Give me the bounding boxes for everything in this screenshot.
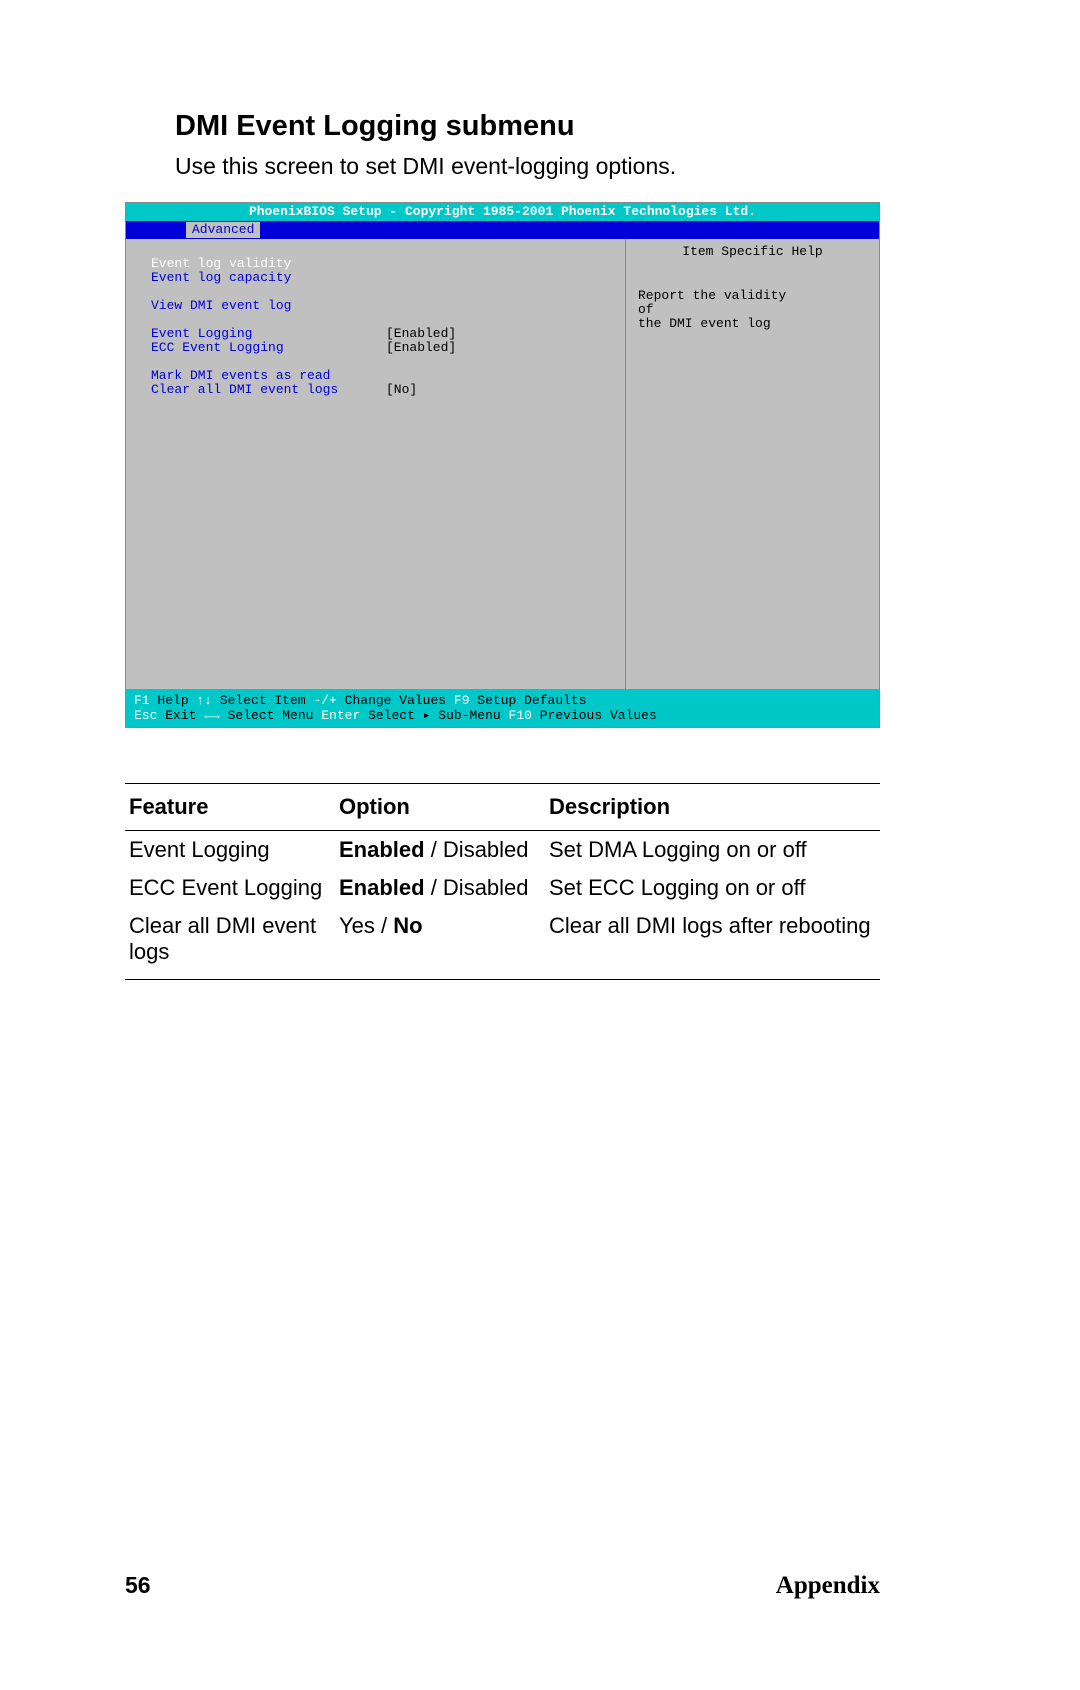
bios-key: ←→ [204, 708, 220, 723]
bios-item-ecc-logging: ECC Event Logging [151, 341, 386, 355]
cell-option: Yes / No [335, 907, 545, 980]
bios-key-label: Previous Values [532, 708, 657, 723]
bios-key-label: Help [150, 693, 197, 708]
th-description: Description [545, 784, 880, 831]
bios-title: PhoenixBIOS Setup - Copyright 1985-2001 … [126, 203, 879, 221]
table-row: ECC Event Logging Enabled / Disabled Set… [125, 869, 880, 907]
opt-sep: / [425, 837, 443, 862]
bios-value-ecc-logging: [Enabled] [386, 341, 456, 355]
bios-key: Enter [321, 708, 360, 723]
bios-left-pane: Event log validity Event log capacity Vi… [126, 239, 626, 689]
bios-help-text: the DMI event log [638, 317, 867, 331]
bios-key: F1 [134, 693, 150, 708]
page-heading: DMI Event Logging submenu [175, 110, 930, 143]
cell-option: Enabled / Disabled [335, 869, 545, 907]
th-feature: Feature [125, 784, 335, 831]
bios-key-label: Select Menu [220, 708, 321, 723]
cell-option: Enabled / Disabled [335, 831, 545, 870]
table-row: Clear all DMI event logs Yes / No Clear … [125, 907, 880, 980]
bios-value-event-logging: [Enabled] [386, 327, 456, 341]
bios-item-validity: Event log validity [151, 257, 615, 271]
opt-plain: Disabled [443, 837, 529, 862]
bios-value-clear-all: [No] [386, 383, 417, 397]
bios-footer: F1 Help ↑↓ Select Item -/+ Change Values… [126, 689, 879, 727]
bios-key-label: Setup Defaults [470, 693, 587, 708]
bios-item-view-log: View DMI event log [151, 299, 615, 313]
bios-key: Esc [134, 708, 157, 723]
bios-key: F10 [509, 708, 532, 723]
page-footer: 56 Appendix [125, 1572, 880, 1600]
section-name: Appendix [776, 1572, 880, 1600]
bios-help-title: Item Specific Help [638, 245, 867, 259]
bios-item-event-logging: Event Logging [151, 327, 386, 341]
bios-help-text: Report the validity [638, 289, 867, 303]
bios-tab-advanced: Advanced [186, 222, 260, 238]
cell-feature: ECC Event Logging [125, 869, 335, 907]
feature-table: Feature Option Description Event Logging… [125, 783, 880, 980]
opt-sep: / [425, 875, 443, 900]
table-row: Event Logging Enabled / Disabled Set DMA… [125, 831, 880, 870]
opt-sep: / [375, 913, 393, 938]
cell-feature: Event Logging [125, 831, 335, 870]
opt-bold: Enabled [339, 837, 425, 862]
opt-bold: No [393, 913, 422, 938]
bios-item-clear-all: Clear all DMI event logs [151, 383, 386, 397]
cell-desc: Set DMA Logging on or off [545, 831, 880, 870]
opt-plain: Disabled [443, 875, 529, 900]
bios-screenshot: PhoenixBIOS Setup - Copyright 1985-2001 … [125, 202, 880, 728]
bios-help-text: of [638, 303, 867, 317]
bios-item-capacity: Event log capacity [151, 271, 615, 285]
bios-key-label: Change Values [337, 693, 454, 708]
page-subtitle: Use this screen to set DMI event-logging… [175, 153, 930, 180]
bios-item-mark-read: Mark DMI events as read [151, 369, 615, 383]
bios-help-pane: Item Specific Help Report the validity o… [626, 239, 879, 689]
bios-menu-bar: Advanced [126, 221, 879, 239]
page-number: 56 [125, 1572, 151, 1600]
bios-key: -/+ [313, 693, 336, 708]
th-option: Option [335, 784, 545, 831]
bios-key-label: Exit [157, 708, 204, 723]
opt-bold: Enabled [339, 875, 425, 900]
bios-key-label: Select ▸ Sub-Menu [360, 708, 500, 723]
cell-feature: Clear all DMI event logs [125, 907, 335, 980]
bios-key: F9 [454, 693, 470, 708]
bios-key-label: Select Item [212, 693, 313, 708]
bios-key: ↑↓ [196, 693, 212, 708]
opt-plain: Yes [339, 913, 375, 938]
cell-desc: Set ECC Logging on or off [545, 869, 880, 907]
cell-desc: Clear all DMI logs after rebooting [545, 907, 880, 980]
